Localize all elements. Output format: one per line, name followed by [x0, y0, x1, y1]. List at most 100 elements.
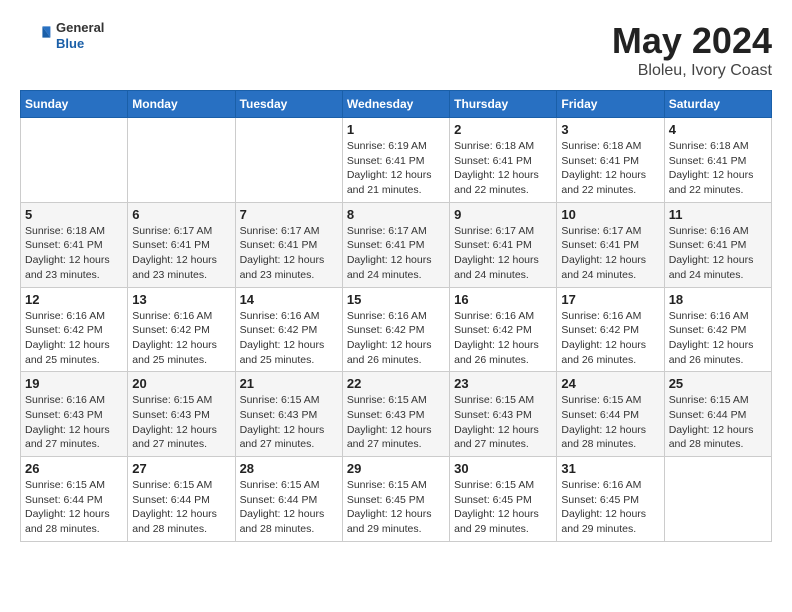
day-number: 28 — [240, 461, 338, 476]
weekday-header-thursday: Thursday — [450, 91, 557, 118]
calendar-cell: 18 Sunrise: 6:16 AMSunset: 6:42 PMDayligh… — [664, 287, 771, 372]
calendar-cell: 24 Sunrise: 6:15 AMSunset: 6:44 PMDayligh… — [557, 372, 664, 457]
day-number: 9 — [454, 207, 552, 222]
day-number: 3 — [561, 122, 659, 137]
day-number: 27 — [132, 461, 230, 476]
weekday-header-tuesday: Tuesday — [235, 91, 342, 118]
day-number: 12 — [25, 292, 123, 307]
day-info: Sunrise: 6:17 AMSunset: 6:41 PMDaylight:… — [240, 224, 338, 283]
day-info: Sunrise: 6:15 AMSunset: 6:44 PMDaylight:… — [669, 393, 767, 452]
day-number: 4 — [669, 122, 767, 137]
calendar-location: Bloleu, Ivory Coast — [612, 62, 772, 80]
day-number: 19 — [25, 376, 123, 391]
calendar-cell: 13Sunrise: 6:16 AMSunset: 6:42 PMDayligh… — [128, 287, 235, 372]
calendar-cell — [235, 118, 342, 203]
day-info: Sunrise: 6:16 AMSunset: 6:42 PMDaylight:… — [561, 309, 659, 368]
day-info: Sunrise: 6:17 AMSunset: 6:41 PMDaylight:… — [454, 224, 552, 283]
logo-icon — [20, 20, 52, 52]
day-info: Sunrise: 6:15 AMSunset: 6:45 PMDaylight:… — [454, 478, 552, 537]
weekday-header-monday: Monday — [128, 91, 235, 118]
day-info: Sunrise: 6:16 AMSunset: 6:43 PMDaylight:… — [25, 393, 123, 452]
day-number: 24 — [561, 376, 659, 391]
day-number: 29 — [347, 461, 445, 476]
calendar-cell: 30 Sunrise: 6:15 AMSunset: 6:45 PMDayligh… — [450, 457, 557, 542]
day-info: Sunrise: 6:15 AMSunset: 6:44 PMDaylight:… — [132, 478, 230, 537]
day-number: 18 — [669, 292, 767, 307]
day-number: 25 — [669, 376, 767, 391]
day-info: Sunrise: 6:18 AMSunset: 6:41 PMDaylight:… — [454, 139, 552, 198]
calendar-cell: 3Sunrise: 6:18 AMSunset: 6:41 PMDaylight… — [557, 118, 664, 203]
day-info: Sunrise: 6:16 AMSunset: 6:42 PMDaylight:… — [25, 309, 123, 368]
calendar-cell: 7 Sunrise: 6:17 AMSunset: 6:41 PMDaylight… — [235, 202, 342, 287]
day-number: 13 — [132, 292, 230, 307]
day-info: Sunrise: 6:18 AMSunset: 6:41 PMDaylight:… — [25, 224, 123, 283]
calendar-title: May 2024 — [612, 20, 772, 62]
calendar-cell: 12 Sunrise: 6:16 AMSunset: 6:42 PMDayligh… — [21, 287, 128, 372]
day-number: 5 — [25, 207, 123, 222]
calendar-cell: 11Sunrise: 6:16 AMSunset: 6:41 PMDayligh… — [664, 202, 771, 287]
day-info: Sunrise: 6:15 AMSunset: 6:45 PMDaylight:… — [347, 478, 445, 537]
day-info: Sunrise: 6:19 AMSunset: 6:41 PMDaylight:… — [347, 139, 445, 198]
day-number: 14 — [240, 292, 338, 307]
day-info: Sunrise: 6:17 AMSunset: 6:41 PMDaylight:… — [347, 224, 445, 283]
calendar-cell: 29 Sunrise: 6:15 AMSunset: 6:45 PMDayligh… — [342, 457, 449, 542]
calendar-cell: 6 Sunrise: 6:17 AMSunset: 6:41 PMDaylight… — [128, 202, 235, 287]
day-number: 2 — [454, 122, 552, 137]
calendar-cell: 22Sunrise: 6:15 AMSunset: 6:43 PMDayligh… — [342, 372, 449, 457]
calendar-cell: 14 Sunrise: 6:16 AMSunset: 6:42 PMDayligh… — [235, 287, 342, 372]
day-number: 31 — [561, 461, 659, 476]
day-number: 30 — [454, 461, 552, 476]
day-number: 1 — [347, 122, 445, 137]
week-row-5: 26Sunrise: 6:15 AMSunset: 6:44 PMDayligh… — [21, 457, 772, 542]
day-number: 7 — [240, 207, 338, 222]
calendar-cell: 2 Sunrise: 6:18 AMSunset: 6:41 PMDaylight… — [450, 118, 557, 203]
day-number: 16 — [454, 292, 552, 307]
calendar-cell: 5 Sunrise: 6:18 AMSunset: 6:41 PMDaylight… — [21, 202, 128, 287]
calendar-cell: 4 Sunrise: 6:18 AMSunset: 6:41 PMDaylight… — [664, 118, 771, 203]
day-info: Sunrise: 6:16 AMSunset: 6:42 PMDaylight:… — [454, 309, 552, 368]
week-row-1: 1 Sunrise: 6:19 AMSunset: 6:41 PMDaylight… — [21, 118, 772, 203]
day-number: 17 — [561, 292, 659, 307]
calendar-cell — [21, 118, 128, 203]
weekday-header-wednesday: Wednesday — [342, 91, 449, 118]
calendar-cell: 20 Sunrise: 6:15 AMSunset: 6:43 PMDayligh… — [128, 372, 235, 457]
calendar-cell: 15 Sunrise: 6:16 AMSunset: 6:42 PMDayligh… — [342, 287, 449, 372]
calendar-cell: 19 Sunrise: 6:16 AMSunset: 6:43 PMDayligh… — [21, 372, 128, 457]
calendar-cell: 26Sunrise: 6:15 AMSunset: 6:44 PMDayligh… — [21, 457, 128, 542]
logo: General Blue — [20, 20, 104, 52]
calendar-cell: 8 Sunrise: 6:17 AMSunset: 6:41 PMDaylight… — [342, 202, 449, 287]
calendar-cell: 1 Sunrise: 6:19 AMSunset: 6:41 PMDaylight… — [342, 118, 449, 203]
calendar-cell: 31Sunrise: 6:16 AMSunset: 6:45 PMDayligh… — [557, 457, 664, 542]
calendar-cell — [664, 457, 771, 542]
logo-blue-text: Blue — [56, 36, 104, 52]
week-row-4: 19 Sunrise: 6:16 AMSunset: 6:43 PMDayligh… — [21, 372, 772, 457]
calendar-cell: 10Sunrise: 6:17 AMSunset: 6:41 PMDayligh… — [557, 202, 664, 287]
day-info: Sunrise: 6:16 AMSunset: 6:42 PMDaylight:… — [347, 309, 445, 368]
weekday-header-sunday: Sunday — [21, 91, 128, 118]
day-number: 10 — [561, 207, 659, 222]
day-info: Sunrise: 6:15 AMSunset: 6:43 PMDaylight:… — [132, 393, 230, 452]
calendar-cell: 28Sunrise: 6:15 AMSunset: 6:44 PMDayligh… — [235, 457, 342, 542]
day-info: Sunrise: 6:16 AMSunset: 6:42 PMDaylight:… — [669, 309, 767, 368]
week-row-2: 5 Sunrise: 6:18 AMSunset: 6:41 PMDaylight… — [21, 202, 772, 287]
calendar-cell: 23Sunrise: 6:15 AMSunset: 6:43 PMDayligh… — [450, 372, 557, 457]
logo-text: General Blue — [56, 20, 104, 51]
day-number: 15 — [347, 292, 445, 307]
day-info: Sunrise: 6:15 AMSunset: 6:43 PMDaylight:… — [347, 393, 445, 452]
day-info: Sunrise: 6:15 AMSunset: 6:43 PMDaylight:… — [240, 393, 338, 452]
week-row-3: 12 Sunrise: 6:16 AMSunset: 6:42 PMDayligh… — [21, 287, 772, 372]
calendar-table: SundayMondayTuesdayWednesdayThursdayFrid… — [20, 90, 772, 542]
calendar-cell: 25 Sunrise: 6:15 AMSunset: 6:44 PMDayligh… — [664, 372, 771, 457]
day-number: 23 — [454, 376, 552, 391]
day-info: Sunrise: 6:15 AMSunset: 6:44 PMDaylight:… — [561, 393, 659, 452]
day-info: Sunrise: 6:17 AMSunset: 6:41 PMDaylight:… — [132, 224, 230, 283]
day-number: 20 — [132, 376, 230, 391]
day-number: 6 — [132, 207, 230, 222]
weekday-header-saturday: Saturday — [664, 91, 771, 118]
day-number: 8 — [347, 207, 445, 222]
day-info: Sunrise: 6:16 AMSunset: 6:41 PMDaylight:… — [669, 224, 767, 283]
day-number: 21 — [240, 376, 338, 391]
page-header: General Blue May 2024 Bloleu, Ivory Coas… — [20, 20, 772, 80]
day-info: Sunrise: 6:16 AMSunset: 6:42 PMDaylight:… — [240, 309, 338, 368]
day-info: Sunrise: 6:18 AMSunset: 6:41 PMDaylight:… — [669, 139, 767, 198]
